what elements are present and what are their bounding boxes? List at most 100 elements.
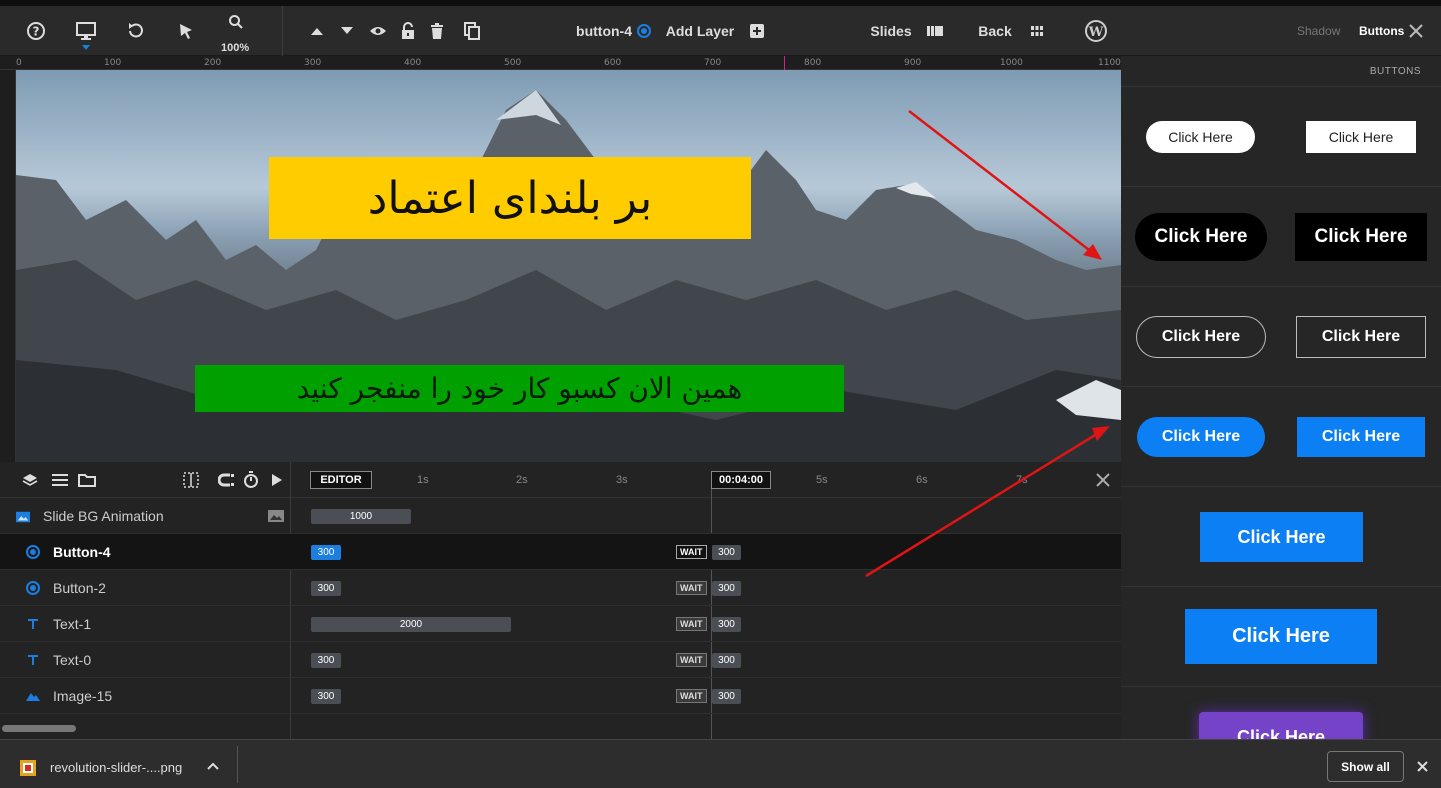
panel-section-header: BUTTONS <box>1121 57 1441 87</box>
timeline-scrollbar[interactable] <box>2 725 76 732</box>
out-animation-bar[interactable]: 300 <box>712 617 741 632</box>
preset-row: Click Here Click Here <box>1121 87 1441 187</box>
wait-marker[interactable]: WAIT <box>676 545 707 559</box>
add-layer-button[interactable]: Add Layer <box>665 6 735 56</box>
delete-layer-button[interactable] <box>427 6 447 56</box>
vertical-ruler <box>0 70 16 462</box>
ruler-mark: 900 <box>904 58 922 68</box>
mountain-image-icon <box>26 693 40 701</box>
out-animation-bar[interactable]: 300 <box>712 545 741 560</box>
timeline-row[interactable]: Button-2 300 WAIT 300 <box>0 570 1121 606</box>
back-button[interactable]: Back <box>977 6 1013 56</box>
button-presets-panel: Shadow Buttons BUTTONS Click Here Click … <box>1121 6 1441 739</box>
tab-buttons[interactable]: Buttons <box>1359 24 1404 38</box>
select-tool-button[interactable] <box>172 6 200 56</box>
editor-toolbar: ? 100% button-4 Add Layer Slides Back W <box>0 6 1121 56</box>
layer-name: Image-15 <box>53 688 113 704</box>
preset-button-white-square[interactable]: Click Here <box>1306 121 1416 153</box>
trash-icon <box>431 23 443 39</box>
timeline-row[interactable]: Image-15 300 WAIT 300 <box>0 678 1121 714</box>
subline-text-layer[interactable]: همین الان کسبو کار خود را منفجر کنید <box>195 365 844 412</box>
animation-bar[interactable]: 300 <box>311 545 341 560</box>
animation-bar[interactable]: 300 <box>311 581 341 596</box>
zoom-icon <box>229 15 243 29</box>
wait-marker[interactable]: WAIT <box>676 653 707 667</box>
triangle-up-icon <box>311 28 323 35</box>
timeline-row[interactable]: Button-4 300 WAIT 300 <box>0 534 1121 570</box>
wait-marker[interactable]: WAIT <box>676 689 707 703</box>
lock-layer-button[interactable] <box>398 6 418 56</box>
preset-button-purple[interactable]: Click Here <box>1199 712 1363 739</box>
wait-marker[interactable]: WAIT <box>676 581 707 595</box>
layer-name: Button-4 <box>53 544 111 560</box>
headline-text-layer[interactable]: بر بلندای اعتماد <box>269 157 751 239</box>
move-layer-up-button[interactable] <box>307 6 327 56</box>
preset-button-blue-pill[interactable]: Click Here <box>1137 417 1265 457</box>
slides-icon-button[interactable] <box>925 6 945 56</box>
png-file-icon <box>20 760 36 776</box>
ruler-mark: 100 <box>104 58 122 68</box>
preset-button-white-pill[interactable]: Click Here <box>1146 121 1255 153</box>
ruler-mark: 500 <box>504 58 522 68</box>
timeline-second-label: 1s <box>417 474 429 486</box>
back-grid-button[interactable] <box>1027 6 1047 56</box>
preset-button-outline-square[interactable]: Click Here <box>1296 316 1426 358</box>
svg-text:?: ? <box>33 25 40 39</box>
close-icon[interactable] <box>1417 761 1428 772</box>
wait-marker[interactable]: WAIT <box>676 617 707 631</box>
animation-bar[interactable]: 300 <box>311 653 341 668</box>
editor-button[interactable]: EDITOR <box>310 471 372 489</box>
out-animation-bar[interactable]: 300 <box>712 581 741 596</box>
triangle-down-icon <box>341 27 353 34</box>
toolbar-divider <box>282 6 283 56</box>
timeline-row[interactable]: Slide BG Animation 1000 <box>0 498 1121 534</box>
download-bar: revolution-slider-....png Show all <box>0 739 1441 788</box>
toggle-visibility-button[interactable] <box>367 6 389 56</box>
timeline-second-label: 3s <box>616 474 628 486</box>
timeline-row[interactable]: Text-1 2000 WAIT 300 <box>0 606 1121 642</box>
text-icon <box>28 619 38 629</box>
show-all-button[interactable]: Show all <box>1327 751 1404 782</box>
current-time-display[interactable]: 00:04:00 <box>711 471 771 489</box>
timeline-second-label: 7s <box>1016 474 1028 486</box>
preset-button-blue-large[interactable]: Click Here <box>1185 609 1377 664</box>
chevron-up-icon[interactable] <box>207 762 219 770</box>
copy-icon <box>464 22 480 40</box>
duplicate-layer-button[interactable] <box>462 6 482 56</box>
slide-canvas[interactable]: بر بلندای اعتماد همین الان کسبو کار خود … <box>16 70 1121 462</box>
ruler-mark: 1000 <box>1000 58 1023 68</box>
selected-layer-name: button-4 <box>576 23 632 39</box>
out-animation-bar[interactable]: 300 <box>712 653 741 668</box>
zoom-button[interactable] <box>222 6 250 38</box>
preset-button-black-square[interactable]: Click Here <box>1295 213 1427 261</box>
slides-icon <box>927 26 943 36</box>
preset-row: Click Here <box>1121 687 1441 739</box>
timeline-row[interactable]: Text-0 300 WAIT 300 <box>0 642 1121 678</box>
tab-shadow[interactable]: Shadow <box>1297 24 1340 38</box>
preset-button-black-pill[interactable]: Click Here <box>1135 213 1267 261</box>
wordpress-button[interactable]: W <box>1083 6 1109 56</box>
timeline-second-label: 5s <box>816 474 828 486</box>
out-animation-bar[interactable]: 300 <box>712 689 741 704</box>
add-layer-icon-button[interactable] <box>747 6 767 56</box>
close-timeline-icon[interactable] <box>1096 473 1110 487</box>
preset-button-outline-pill[interactable]: Click Here <box>1136 316 1266 358</box>
animation-bar[interactable]: 300 <box>311 689 341 704</box>
animation-bar[interactable]: 2000 <box>311 617 511 632</box>
move-layer-down-button[interactable] <box>337 6 357 56</box>
ruler-mark: 1100 <box>1098 58 1121 68</box>
section-title: BUTTONS <box>1369 66 1421 77</box>
undo-button[interactable] <box>122 6 150 56</box>
ruler-mark: 800 <box>804 58 822 68</box>
preset-button-blue-medium[interactable]: Click Here <box>1200 512 1363 562</box>
preset-button-blue-square[interactable]: Click Here <box>1297 417 1425 457</box>
close-icon[interactable] <box>1409 24 1423 38</box>
desktop-icon <box>76 22 96 40</box>
image-icon <box>268 510 284 522</box>
download-file-name[interactable]: revolution-slider-....png <box>50 760 182 775</box>
slides-button[interactable]: Slides <box>868 6 914 56</box>
layer-type-button <box>635 6 653 56</box>
help-button[interactable]: ? <box>22 6 50 56</box>
animation-bar[interactable]: 1000 <box>311 509 411 524</box>
text-icon <box>28 655 38 665</box>
